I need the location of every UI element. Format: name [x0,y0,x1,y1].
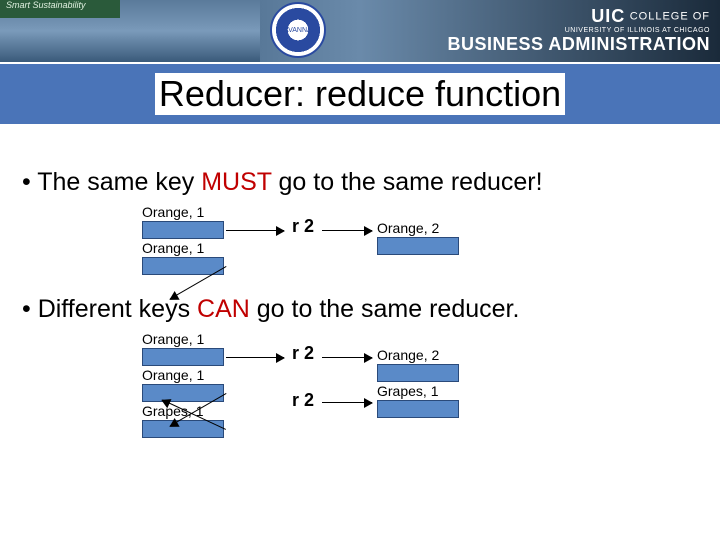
d1-out-label: Orange, 2 [377,219,439,237]
d2-reducer-label-2: r 2 [292,390,314,411]
arrow-icon [322,402,372,403]
arrow-icon [226,357,284,358]
uic-mark: UIC [591,6,625,26]
d1-reducer-label: r 2 [292,216,314,237]
d2-reducer-label-1: r 2 [292,343,314,364]
university-sub: UNIVERSITY OF ILLINOIS AT CHICAGO [447,27,710,34]
d1-in2-label: Orange, 1 [142,239,204,257]
d1-in1-box [142,221,224,239]
badge-text: SAVANNAH [279,27,316,34]
d2-out1-box [377,364,459,382]
d2-in1-label: Orange, 1 [142,330,204,348]
d1-out-box [377,237,459,255]
bullet-2-post: go to the same reducer. [250,295,520,323]
header-banner: Smart Sustainability SAVANNAH UIC COLLEG… [0,0,720,62]
uic-logo-text: UIC COLLEGE OF UNIVERSITY OF ILLINOIS AT… [447,6,710,55]
banner-photo: Smart Sustainability [0,0,260,62]
d2-out1-label: Orange, 2 [377,346,439,364]
slide-title-bar: Reducer: reduce function [0,64,720,124]
bullet-1-post: go to the same reducer! [272,168,543,196]
bullet-2: • Different keys CAN go to the same redu… [22,295,698,324]
bullet-1-pre: • The same key [22,168,201,196]
bullet-1-must: MUST [201,168,271,196]
d2-out2-label: Grapes, 1 [377,382,438,400]
d2-out2-box [377,400,459,418]
d2-in2-box [142,384,224,402]
d2-in1-box [142,348,224,366]
business-admin: BUSINESS ADMINISTRATION [447,34,710,55]
bullet-1: • The same key MUST go to the same reduc… [22,168,698,197]
d1-in1-label: Orange, 1 [142,203,204,221]
slide-title: Reducer: reduce function [155,73,565,115]
sustainability-label: Smart Sustainability [6,0,86,10]
college-of: COLLEGE OF [630,11,710,23]
d2-in2-label: Orange, 1 [142,366,204,384]
bullet-2-can: CAN [197,295,250,323]
d1-in2-box [142,257,224,275]
arrow-icon [226,230,284,231]
diagram-2: Orange, 1 Orange, 1 Grapes, 1 r 2 r 2 Or… [142,330,698,460]
arrow-icon [322,230,372,231]
slide-content: • The same key MUST go to the same reduc… [0,124,720,460]
conference-badge: SAVANNAH [270,2,326,58]
arrow-icon [322,357,372,358]
diagram-1: Orange, 1 Orange, 1 r 2 Orange, 2 [142,203,698,293]
